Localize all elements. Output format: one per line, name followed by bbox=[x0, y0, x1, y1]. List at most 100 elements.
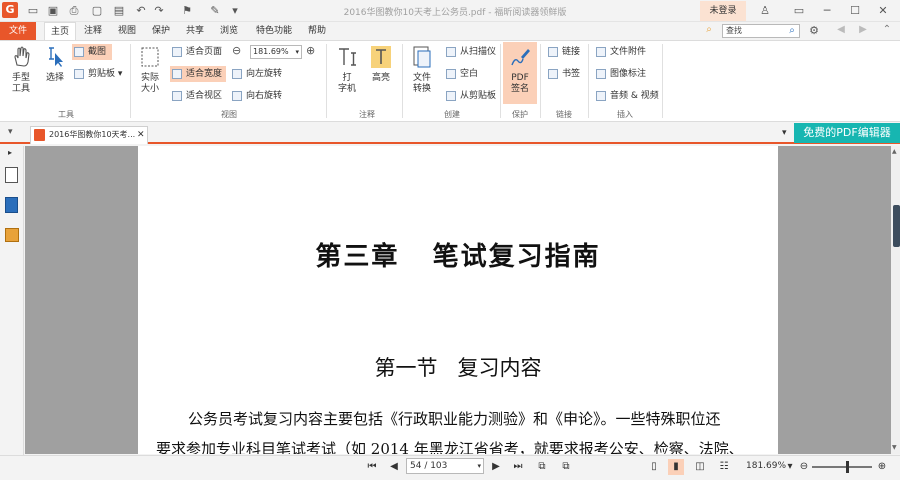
previous-view-icon[interactable]: ⧉ bbox=[534, 459, 550, 475]
fit-width-icon bbox=[172, 68, 182, 79]
search-icon[interactable]: ⌕ bbox=[785, 24, 799, 38]
from-scanner-button[interactable]: 从扫描仪 bbox=[444, 44, 502, 60]
highlight-button[interactable]: 高亮 bbox=[366, 45, 396, 84]
zoom-out-status-icon[interactable]: ⊖ bbox=[796, 459, 812, 475]
pdf-sign-button[interactable]: PDF 签名 bbox=[503, 42, 537, 104]
zoom-in-icon[interactable]: ⊕ bbox=[306, 44, 320, 58]
zoom-value: 181.69% bbox=[253, 47, 289, 56]
rotate-right-button[interactable]: 向右旋转 bbox=[230, 88, 290, 104]
continuous-page-icon[interactable]: ▮ bbox=[668, 459, 684, 475]
body-paragraph-line: 公务员考试复习内容主要包括《行政职业能力测验》和《申论》。一些特殊职位还 bbox=[188, 410, 721, 428]
customize-icon[interactable]: ▾ bbox=[228, 4, 242, 18]
forward-icon[interactable]: ▶ bbox=[856, 24, 870, 38]
clipboard-icon[interactable]: ▤ bbox=[112, 4, 126, 18]
tab-protect[interactable]: 保护 bbox=[146, 22, 176, 40]
first-page-icon[interactable]: ⏮ bbox=[364, 459, 380, 475]
minimize-button[interactable]: ─ bbox=[818, 3, 836, 19]
layers-icon[interactable] bbox=[5, 228, 19, 242]
scroll-up-icon[interactable]: ▲ bbox=[892, 148, 897, 155]
file-attachment-button[interactable]: 文件附件 bbox=[594, 44, 660, 60]
document-tab[interactable]: 2016华图教你10天考... ✕ bbox=[30, 126, 148, 144]
find-folder-icon[interactable]: ⌕ bbox=[702, 24, 716, 38]
tab-menu-icon[interactable]: ▾ bbox=[8, 127, 20, 141]
pdf-page: 第三章 笔试复习指南 第一节 复习内容 公务员考试复习内容主要包括《行政职业能力… bbox=[138, 146, 778, 454]
undo-icon[interactable]: ↶ bbox=[134, 4, 148, 18]
screen-icon[interactable]: ▢ bbox=[90, 4, 104, 18]
scrollbar-thumb[interactable] bbox=[893, 205, 900, 247]
tab-view[interactable]: 视图 bbox=[112, 22, 142, 40]
close-tab-icon[interactable]: ✕ bbox=[137, 127, 145, 143]
highlight-icon bbox=[370, 45, 392, 69]
fit-page-button[interactable]: 适合页面 bbox=[170, 44, 226, 60]
screenshot-button[interactable]: 截图 bbox=[72, 44, 112, 60]
actual-size-button[interactable]: 实际 大小 bbox=[134, 45, 166, 95]
settings-icon[interactable]: ⚙ bbox=[806, 24, 822, 38]
document-viewport[interactable]: 第三章 笔试复习指南 第一节 复习内容 公务员考试复习内容主要包括《行政职业能力… bbox=[25, 146, 891, 454]
scanner-icon bbox=[446, 46, 456, 57]
zoom-in-status-icon[interactable]: ⊕ bbox=[874, 459, 890, 475]
link-icon bbox=[548, 46, 558, 57]
zoom-slider-handle[interactable] bbox=[846, 461, 849, 473]
restore-window-icon[interactable]: ▭ bbox=[790, 3, 808, 19]
zoom-slider[interactable] bbox=[812, 466, 872, 468]
hand-tool-button[interactable]: 手型 工具 bbox=[4, 45, 38, 95]
actual-size-icon bbox=[139, 45, 161, 69]
bookmarks-panel-icon[interactable] bbox=[5, 197, 18, 213]
open-icon[interactable]: ▭ bbox=[26, 4, 40, 18]
maximize-button[interactable]: ☐ bbox=[846, 3, 864, 19]
page-dropdown-icon[interactable]: ▾ bbox=[477, 459, 481, 473]
audio-video-button[interactable]: 音频 & 视频 bbox=[594, 88, 660, 104]
single-page-icon[interactable]: ▯ bbox=[646, 459, 662, 475]
tab-home[interactable]: 主页 bbox=[44, 22, 76, 40]
tab-features[interactable]: 特色功能 bbox=[250, 22, 298, 40]
rotate-left-button[interactable]: 向左旋转 bbox=[230, 66, 290, 82]
from-clipboard-button[interactable]: 从剪贴板 bbox=[444, 88, 502, 104]
image-annotation-button[interactable]: 图像标注 bbox=[594, 66, 660, 82]
file-convert-button[interactable]: 文件 转换 bbox=[406, 45, 438, 95]
collapse-ribbon-icon[interactable]: ⌃ bbox=[880, 24, 894, 38]
blank-button[interactable]: 空白 bbox=[444, 66, 502, 82]
continuous-facing-icon[interactable]: ☷ bbox=[716, 459, 732, 475]
fit-visible-button[interactable]: 适合视区 bbox=[170, 88, 226, 104]
group-label-annotate: 注释 bbox=[359, 110, 375, 119]
next-page-icon[interactable]: ▶ bbox=[488, 459, 504, 475]
skin-icon[interactable]: ♙ bbox=[756, 3, 774, 19]
zoom-out-icon[interactable]: ⊖ bbox=[232, 44, 246, 58]
save-icon[interactable]: ▣ bbox=[46, 4, 60, 18]
close-button[interactable]: ✕ bbox=[874, 3, 892, 19]
zoom-dropdown-icon[interactable]: ▾ bbox=[295, 46, 299, 58]
select-tool-button[interactable]: 选择 bbox=[40, 45, 70, 84]
ribbon-divider bbox=[326, 44, 327, 118]
file-menu[interactable]: 文件 bbox=[0, 22, 36, 40]
tab-browse[interactable]: 浏览 bbox=[214, 22, 244, 40]
tab-list-icon[interactable]: ▾ bbox=[782, 128, 792, 138]
previous-page-icon[interactable]: ◀ bbox=[386, 459, 402, 475]
stamp-icon[interactable]: ⚑ bbox=[180, 4, 194, 18]
login-button[interactable]: 未登录 bbox=[700, 1, 746, 21]
scroll-down-icon[interactable]: ▼ bbox=[892, 444, 897, 451]
promo-banner[interactable]: 免费的PDF编辑器 bbox=[794, 123, 900, 143]
rotate-left-label: 向左旋转 bbox=[246, 69, 283, 79]
expand-panel-icon[interactable]: ▸ bbox=[8, 148, 12, 157]
bookmark-button[interactable]: 书签 bbox=[546, 66, 586, 82]
print-icon[interactable]: ⎙ bbox=[67, 4, 81, 18]
blank-label: 空白 bbox=[460, 69, 479, 79]
fit-width-button[interactable]: 适合宽度 bbox=[170, 66, 226, 82]
thumbnails-icon[interactable] bbox=[5, 167, 18, 183]
pen-icon[interactable]: ✎ bbox=[208, 4, 222, 18]
link-button[interactable]: 链接 bbox=[546, 44, 586, 60]
page-number-input[interactable]: 54 / 103 ▾ bbox=[406, 458, 484, 474]
vertical-scrollbar[interactable] bbox=[891, 146, 900, 454]
tab-comment[interactable]: 注释 bbox=[78, 22, 108, 40]
next-view-icon[interactable]: ⧉ bbox=[558, 459, 574, 475]
typewriter-button[interactable]: 打 字机 bbox=[332, 45, 362, 95]
zoom-input[interactable]: 181.69% ▾ bbox=[250, 45, 302, 59]
facing-page-icon[interactable]: ◫ bbox=[692, 459, 708, 475]
hand-tool-label: 手型 工具 bbox=[11, 73, 30, 94]
last-page-icon[interactable]: ⏭ bbox=[510, 459, 526, 475]
back-icon[interactable]: ◀ bbox=[834, 24, 848, 38]
tab-share[interactable]: 共享 bbox=[180, 22, 210, 40]
redo-icon[interactable]: ↷ bbox=[152, 4, 166, 18]
tab-help[interactable]: 帮助 bbox=[302, 22, 332, 40]
clipboard-button[interactable]: 剪贴板 ▾ bbox=[72, 66, 128, 82]
